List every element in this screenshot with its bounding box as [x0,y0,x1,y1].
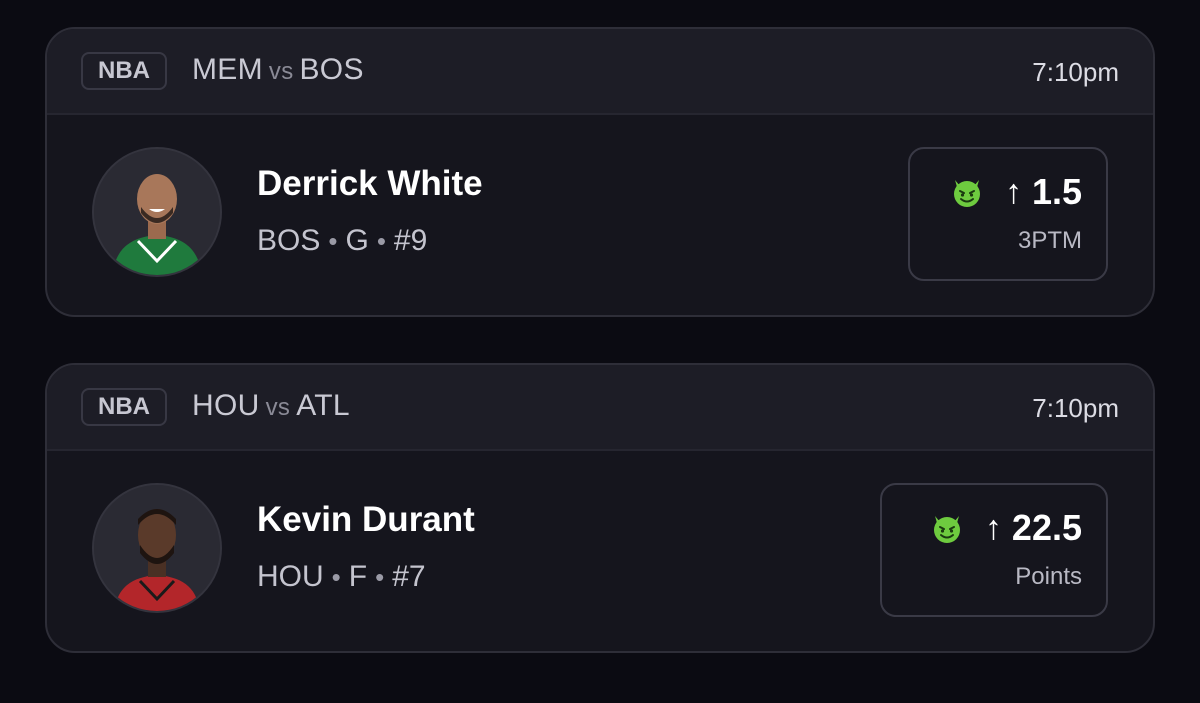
matchup: MEM vs BOS [192,53,364,87]
separator: • [376,226,386,256]
pick-list: NBA MEM vs BOS 7:10pm Derrick White BOS • G •… [0,0,1200,703]
matchup: HOU vs ATL [192,389,350,423]
game-time: 7:10pm [1032,57,1119,87]
player-avatar [92,483,222,613]
pick-card[interactable]: NBA HOU vs ATL 7:10pm Kevin Durant HOU • F • #… [45,363,1155,653]
team-b: BOS [299,53,364,86]
card-header: NBA HOU vs ATL 7:10pm [47,365,1153,451]
demon-icon [953,180,980,207]
team-a: MEM [192,53,263,86]
pick-line: ↑ 1.5 [949,171,1082,213]
pick-card[interactable]: NBA MEM vs BOS 7:10pm Derrick White BOS • G •… [45,27,1155,317]
player-name: Kevin Durant [257,500,475,539]
player-position: F [348,560,368,593]
player-avatar [92,147,222,277]
player-position: G [345,224,369,257]
separator: • [328,226,338,256]
arrow-up-icon: ↑ [984,509,1002,547]
player-team: HOU [257,560,324,593]
game-time: 7:10pm [1032,393,1119,423]
demon-icon [933,516,960,543]
vs-label: vs [268,58,294,85]
player-meta: BOS • G • #9 [257,224,427,258]
arrow-up-icon: ↑ [1004,173,1022,211]
player-number: #7 [392,560,426,593]
separator: • [331,562,341,592]
stat-type: Points [1015,563,1082,590]
pick-line-box[interactable]: ↑ 22.5 Points [880,483,1108,617]
league-badge: NBA [81,52,167,90]
team-a: HOU [192,389,260,422]
player-team: BOS [257,224,321,257]
separator: • [375,562,385,592]
pick-line-box[interactable]: ↑ 1.5 3PTM [908,147,1108,281]
player-number: #9 [393,224,428,257]
stat-type: 3PTM [1017,227,1082,254]
player-meta: HOU • F • #7 [257,560,426,594]
team-b: ATL [296,389,350,422]
card-header: NBA MEM vs BOS 7:10pm [47,29,1153,115]
league-badge: NBA [81,388,167,426]
player-name: Derrick White [257,164,483,203]
line-value: 1.5 [1031,171,1082,212]
line-value: 22.5 [1011,507,1082,548]
vs-label: vs [265,394,291,421]
pick-line: ↑ 22.5 [929,507,1082,549]
